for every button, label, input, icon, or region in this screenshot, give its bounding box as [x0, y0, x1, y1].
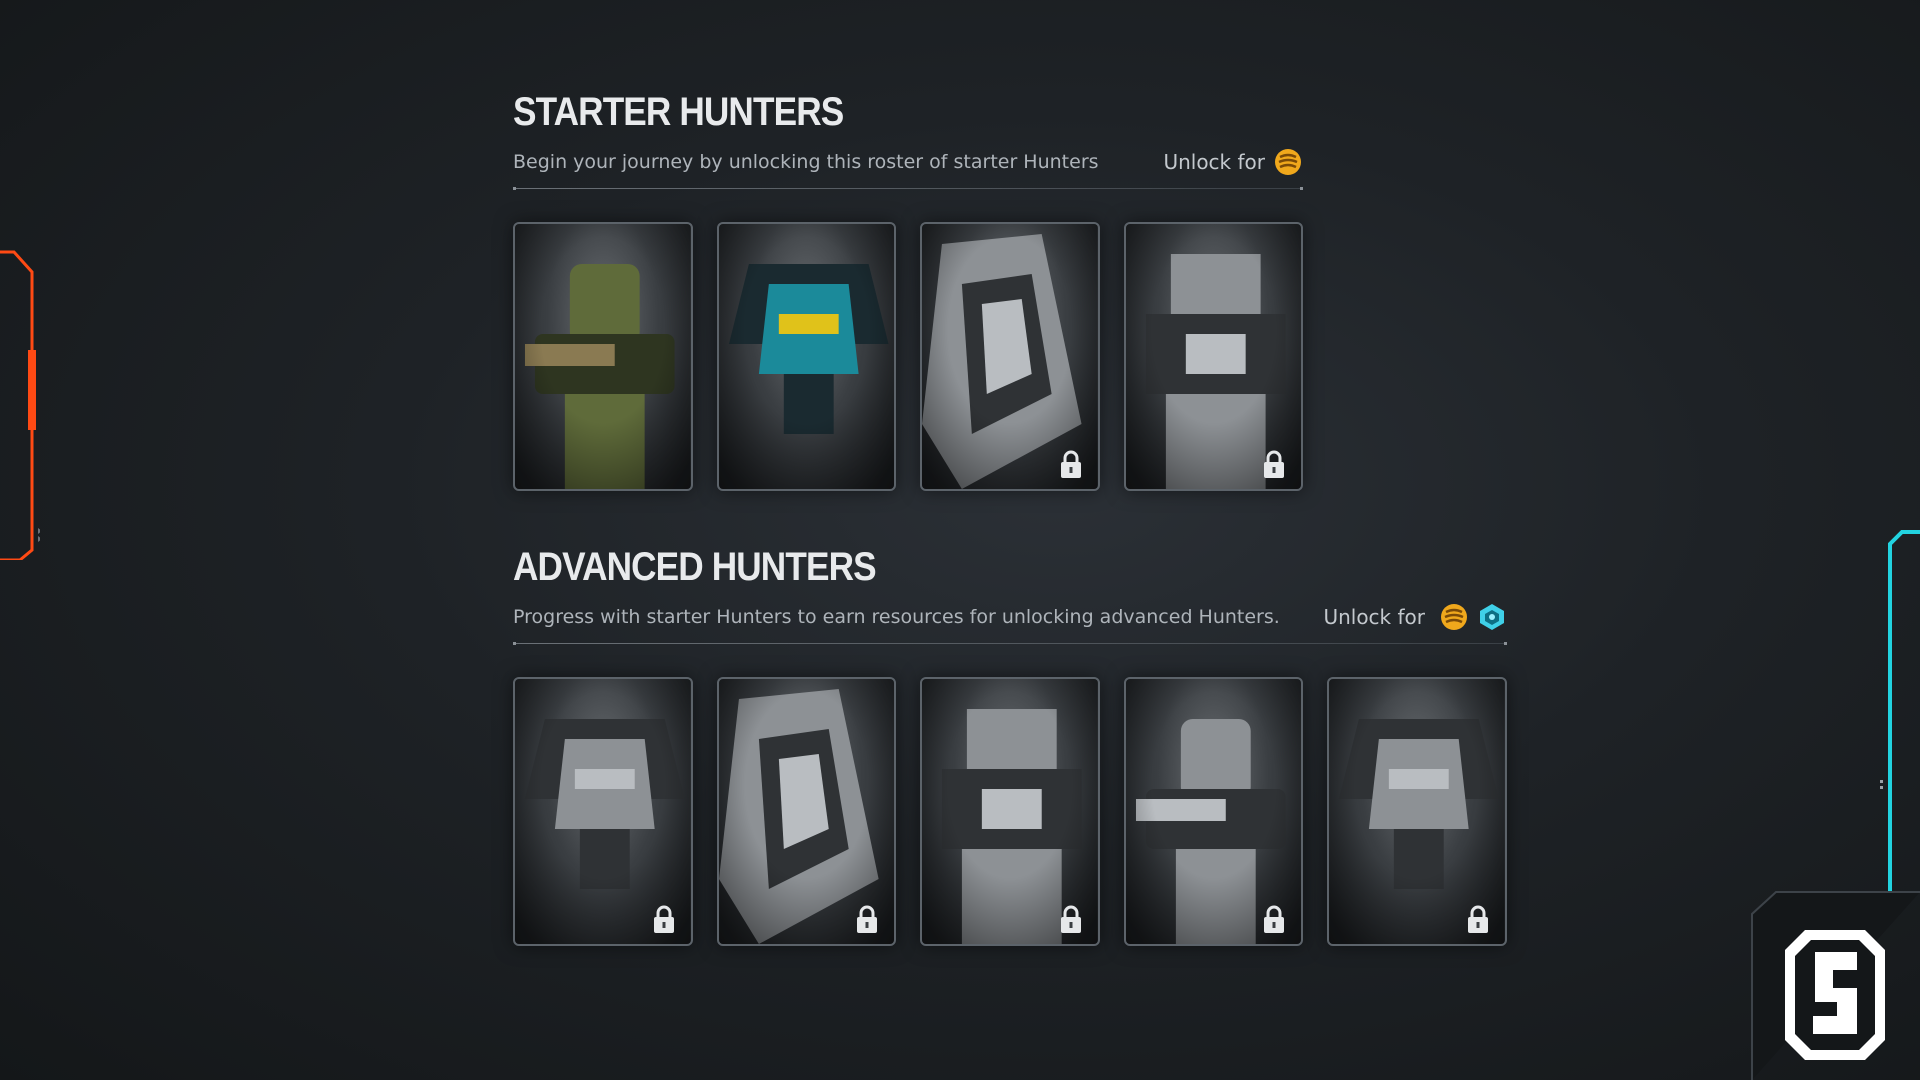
section-divider	[513, 187, 1303, 190]
hunter-card-4[interactable]	[1123, 222, 1303, 491]
unlock-label: Unlock for	[1163, 150, 1265, 174]
hunter-card-5[interactable]	[513, 677, 693, 946]
lock-icon	[1467, 905, 1488, 933]
unlock-label: Unlock for	[1323, 605, 1425, 629]
lock-icon	[1264, 450, 1284, 478]
hunter-card-8[interactable]	[1123, 677, 1304, 946]
hunter-card-1[interactable]	[513, 222, 693, 491]
gold-coin-stack-icon	[1275, 149, 1301, 175]
hunter-card-7[interactable]	[920, 677, 1100, 946]
lock-icon	[653, 905, 674, 933]
starter-hunters-section: STARTER HUNTERS Begin your journey by un…	[513, 88, 1303, 491]
hunter-card-3[interactable]	[920, 222, 1100, 491]
hunter-card-2[interactable]	[716, 222, 896, 491]
cyan-crystal-icon	[1480, 604, 1504, 630]
s-logo-icon[interactable]	[1750, 890, 1920, 1080]
hunter-card-9[interactable]	[1327, 677, 1507, 946]
gold-coin-stack-icon	[1441, 604, 1467, 630]
lock-icon	[1060, 905, 1081, 933]
lock-icon	[1264, 905, 1285, 933]
starter-hunter-cards	[513, 222, 1303, 491]
advanced-hunters-section: ADVANCED HUNTERS Progress with starter H…	[513, 543, 1507, 946]
starter-unlock-cost: Unlock for	[1163, 147, 1303, 177]
advanced-unlock-cost: Unlock for	[1323, 602, 1507, 632]
lock-icon	[857, 905, 878, 933]
advanced-hunters-subtitle: Progress with starter Hunters to earn re…	[513, 606, 1280, 628]
starter-hunters-subtitle: Begin your journey by unlocking this ros…	[513, 151, 1099, 173]
lock-icon	[1060, 450, 1081, 478]
right-panel-frame[interactable]	[1880, 530, 1920, 910]
advanced-hunters-title: ADVANCED HUNTERS	[513, 545, 877, 589]
advanced-hunter-cards	[513, 677, 1507, 946]
starter-hunters-title: STARTER HUNTERS	[513, 90, 844, 134]
left-panel-frame[interactable]	[0, 250, 40, 560]
section-divider	[513, 642, 1507, 645]
hunter-card-6[interactable]	[716, 677, 897, 946]
